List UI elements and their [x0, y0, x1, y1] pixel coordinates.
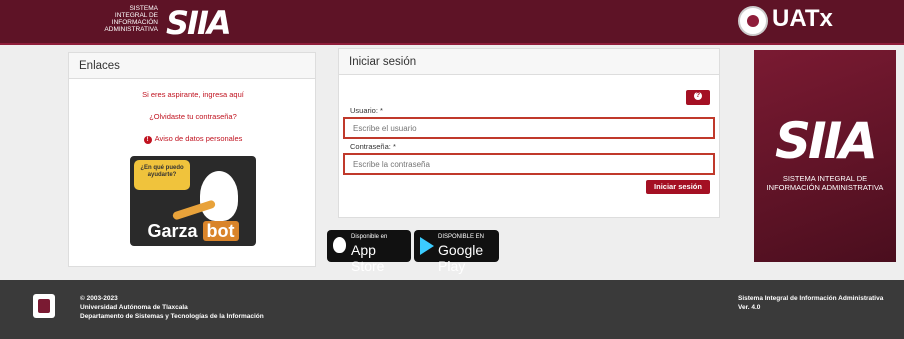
app-store-badge[interactable]: Disponible en App Store	[327, 230, 411, 274]
system-line-3: INFORMACIÓN	[111, 19, 158, 26]
password-label: Contraseña: *	[350, 142, 396, 151]
login-panel: Iniciar sesión Usuario: * Contraseña: * …	[338, 48, 720, 218]
footer-system-name: Sistema Integral de Información Administ…	[738, 295, 884, 302]
footer: © 2003-2023 Universidad Autónoma de Tlax…	[0, 280, 904, 339]
google-play-small-text: DISPONIBLE EN	[438, 234, 485, 240]
privacy-notice-link[interactable]: ! Aviso de datos personales	[69, 134, 317, 144]
siia-logo[interactable]: SIIA	[166, 4, 232, 42]
app-store-big-text: App Store	[351, 242, 385, 274]
heron-mascot-icon	[200, 171, 238, 221]
aspirante-link[interactable]: Si eres aspirante, ingresa aquí	[69, 90, 317, 99]
bot-speech-bubble: ¿En qué puedo ayudarte?	[134, 160, 190, 190]
university-seal-icon	[33, 294, 55, 318]
top-bar: SISTEMA INTEGRAL DE INFORMACIÓN ADMINIST…	[0, 0, 904, 45]
siia-side-banner: SIIA SISTEMA INTEGRAL DE INFORMACIÓN ADM…	[754, 50, 896, 262]
footer-copyright: © 2003-2023	[80, 295, 118, 302]
privacy-notice-label: Aviso de datos personales	[154, 134, 243, 143]
garzabot-label-part1: Garza	[147, 221, 198, 241]
system-name-text: SISTEMA INTEGRAL DE INFORMACIÓN ADMINIST…	[96, 5, 158, 33]
garzabot-label-part2: bot	[202, 221, 239, 241]
google-play-badge[interactable]: DISPONIBLE EN Google Play	[414, 230, 499, 274]
banner-line-1: SISTEMA INTEGRAL DE	[782, 174, 868, 183]
banner-line-2: INFORMACIÓN ADMINISTRATIVA	[766, 183, 884, 192]
footer-department: Departamento de Sistemas y Tecnologías d…	[80, 313, 264, 320]
uatx-logo-text[interactable]: UATx	[772, 5, 833, 33]
forgot-password-link[interactable]: ¿Olvidaste tu contraseña?	[69, 112, 317, 121]
app-store-small-text: Disponible en	[351, 234, 388, 240]
help-button[interactable]	[686, 90, 710, 105]
system-line-2: INTEGRAL DE	[114, 12, 158, 19]
garzabot-label: Garza bot	[130, 221, 256, 242]
login-button[interactable]: Iniciar sesión	[646, 180, 710, 194]
login-panel-title: Iniciar sesión	[339, 49, 719, 75]
uatx-seal-icon	[738, 6, 768, 36]
links-panel: Enlaces Si eres aspirante, ingresa aquí …	[68, 52, 316, 267]
exclamation-circle-icon: !	[143, 136, 152, 144]
banner-siia-logo: SIIA	[775, 112, 878, 170]
user-label: Usuario: *	[350, 106, 383, 115]
footer-university: Universidad Autónoma de Tlaxcala	[80, 304, 188, 311]
google-play-big-text: Google Play	[438, 242, 484, 274]
system-line-1: SISTEMA	[129, 5, 158, 12]
password-input[interactable]	[343, 153, 715, 175]
google-play-icon	[420, 237, 434, 255]
garzabot-banner[interactable]: ¿En qué puedo ayudarte? Garza bot	[130, 156, 256, 246]
system-line-4: ADMINISTRATIVA	[104, 26, 158, 33]
links-panel-title: Enlaces	[69, 53, 315, 79]
apple-icon	[333, 237, 346, 253]
footer-version: Ver. 4.0	[738, 304, 761, 311]
user-input[interactable]	[343, 117, 715, 139]
